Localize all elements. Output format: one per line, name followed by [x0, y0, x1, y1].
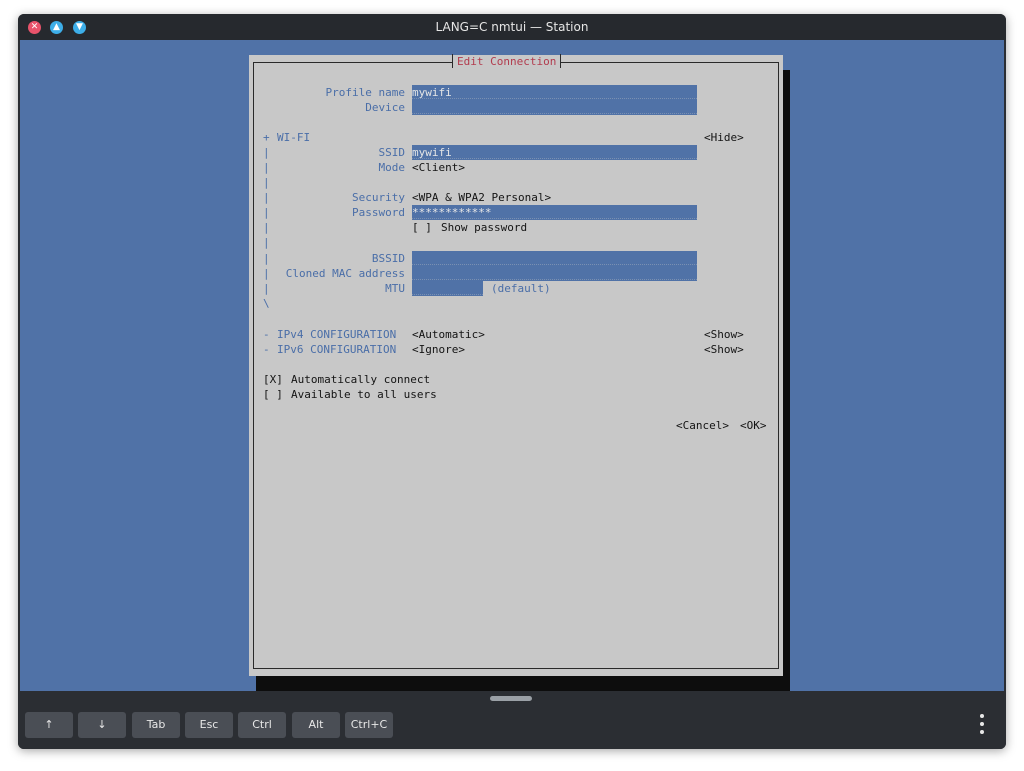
ctrl-key[interactable]: Ctrl: [238, 712, 286, 738]
mode-label: Mode: [378, 161, 406, 174]
show-password-label: Show password: [441, 221, 528, 234]
tab-key[interactable]: Tab: [132, 712, 180, 738]
more-menu-icon[interactable]: [977, 714, 987, 736]
dialog-title: Edit Connection: [451, 54, 562, 69]
all-users-label: Available to all users: [291, 388, 437, 401]
profile-name-label: Profile name: [325, 86, 405, 99]
show-password-checkbox[interactable]: [ ]: [412, 220, 432, 235]
ipv4-label: IPv4 CONFIGURATION: [277, 328, 397, 341]
ssid-label: SSID: [378, 146, 406, 159]
mtu-default-hint: (default): [491, 282, 551, 295]
bssid-input[interactable]: [412, 251, 697, 266]
mode-select[interactable]: <Client>: [412, 160, 465, 175]
tree-line: |: [263, 236, 270, 249]
alt-key[interactable]: Alt: [292, 712, 340, 738]
auto-connect-label: Automatically connect: [291, 373, 431, 386]
ipv6-marker: -: [263, 343, 270, 356]
ipv6-label: IPv6 CONFIGURATION: [277, 343, 397, 356]
down-arrow-key[interactable]: ↓: [78, 712, 126, 738]
ipv4-method-select[interactable]: <Automatic>: [412, 327, 485, 342]
terminal-area: Edit Connection Profile name mywifi Devi…: [20, 40, 1004, 691]
tree-end: \: [263, 297, 270, 310]
all-users-checkbox[interactable]: [ ]: [263, 387, 283, 402]
ipv6-method-select[interactable]: <Ignore>: [412, 342, 465, 357]
security-select[interactable]: <WPA & WPA2 Personal>: [412, 190, 551, 205]
profile-name-input[interactable]: mywifi: [412, 85, 697, 100]
cloned-mac-label: Cloned MAC address: [285, 267, 405, 280]
device-input[interactable]: [412, 100, 697, 115]
edit-connection-dialog: Edit Connection Profile name mywifi Devi…: [249, 54, 783, 676]
password-label: Password: [352, 206, 405, 219]
ok-button[interactable]: <OK>: [740, 418, 767, 433]
ctrl-c-key[interactable]: Ctrl+C: [345, 712, 393, 738]
security-label: Security: [352, 191, 405, 204]
up-arrow-key[interactable]: ↑: [25, 712, 73, 738]
mtu-input[interactable]: [412, 281, 483, 296]
ipv4-marker: -: [263, 328, 270, 341]
tree-line: |: [263, 176, 270, 189]
esc-key[interactable]: Esc: [185, 712, 233, 738]
device-label: Device: [365, 101, 405, 114]
extra-keys-bar: ↑ ↓ Tab Esc Ctrl Alt Ctrl+C: [18, 691, 1006, 749]
cancel-button[interactable]: <Cancel>: [676, 418, 729, 433]
ipv6-show-button[interactable]: <Show>: [704, 342, 744, 357]
ipv4-show-button[interactable]: <Show>: [704, 327, 744, 342]
app-window: ✕ ▲ ▼ LANG=C nmtui — Station Edit Connec…: [18, 14, 1006, 749]
title-bar: ✕ ▲ ▼ LANG=C nmtui — Station: [18, 14, 1006, 40]
auto-connect-checkbox[interactable]: [X]: [263, 372, 283, 387]
cloned-mac-input[interactable]: [412, 266, 697, 281]
wifi-section-marker: +: [263, 131, 270, 144]
tree-line: |: [263, 221, 270, 234]
mtu-label: MTU: [385, 282, 405, 295]
ssid-input[interactable]: mywifi: [412, 145, 697, 160]
password-input[interactable]: ************: [412, 205, 697, 220]
wifi-section-label: WI-FI: [277, 131, 311, 144]
bssid-label: BSSID: [371, 252, 405, 265]
window-title: LANG=C nmtui — Station: [435, 20, 589, 34]
wifi-hide-button[interactable]: <Hide>: [704, 130, 744, 145]
drag-handle[interactable]: [490, 696, 532, 701]
